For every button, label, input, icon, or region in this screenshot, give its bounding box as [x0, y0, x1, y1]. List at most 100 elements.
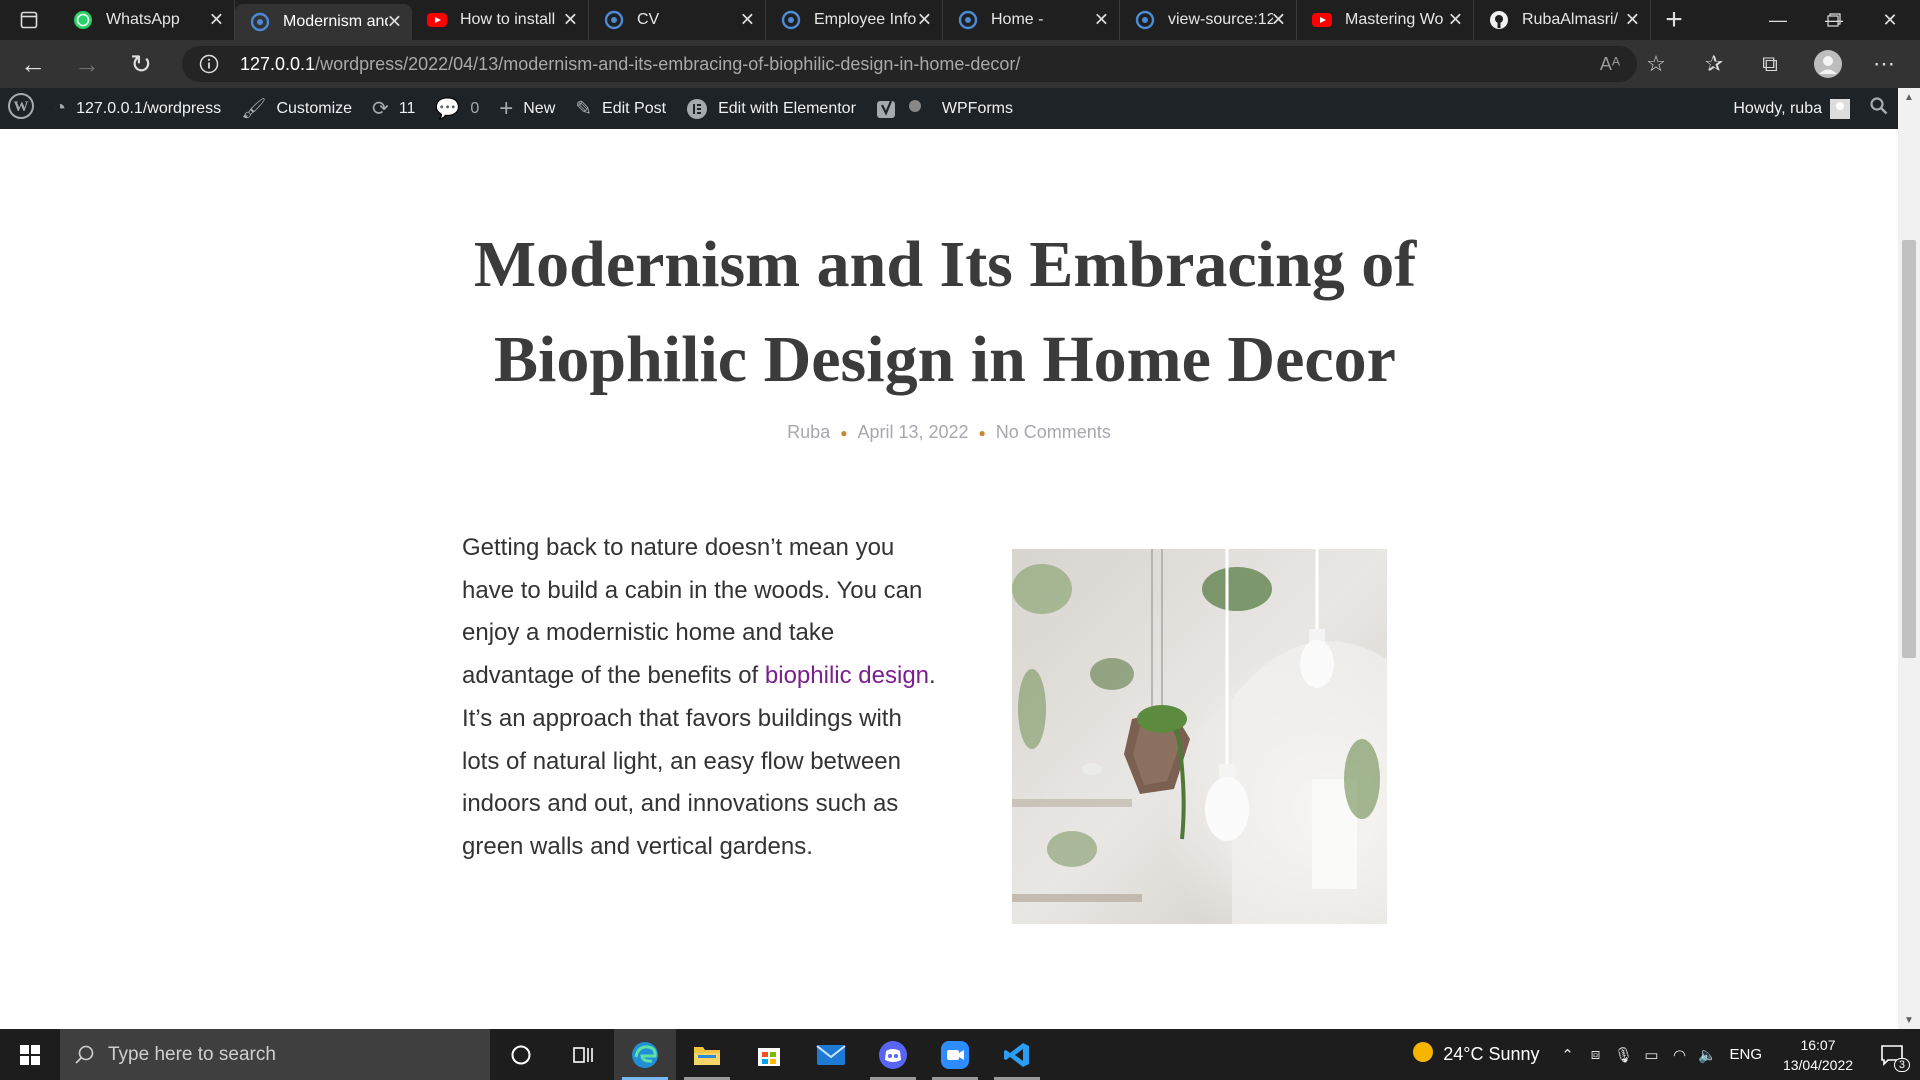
- refresh-button[interactable]: ↻: [114, 40, 168, 88]
- volume-icon[interactable]: 🔈: [1693, 1046, 1721, 1064]
- taskbar-file-explorer[interactable]: [676, 1029, 738, 1080]
- my-account-link[interactable]: Howdy, ruba: [1723, 88, 1860, 129]
- taskbar-vscode[interactable]: [986, 1029, 1048, 1080]
- wifi-icon[interactable]: ◠: [1665, 1046, 1693, 1064]
- weather-text[interactable]: 24°C Sunny: [1443, 1044, 1539, 1065]
- tab-title: How to install: [460, 11, 556, 28]
- close-tab-icon[interactable]: ✕: [740, 10, 755, 31]
- tab-employee-info[interactable]: Employee Info ✕: [766, 0, 943, 40]
- new-tab-button[interactable]: +: [1651, 0, 1697, 40]
- taskbar-search-box[interactable]: Type here to search: [60, 1029, 490, 1080]
- collections-icon[interactable]: ⧉: [1748, 40, 1792, 88]
- restore-button[interactable]: [1804, 0, 1864, 40]
- minimize-icon: —: [1769, 9, 1787, 30]
- start-button[interactable]: [0, 1029, 60, 1080]
- whatsapp-icon: [72, 9, 94, 31]
- cortana-button[interactable]: [490, 1029, 552, 1080]
- tab-title: Employee Info: [814, 11, 917, 28]
- page-scrollbar[interactable]: ▲ ▼: [1898, 88, 1920, 1029]
- scroll-thumb[interactable]: [1902, 240, 1916, 658]
- updates-link[interactable]: ⟳ 11: [362, 88, 425, 129]
- url-field[interactable]: 127.0.0.1/wordpress/2022/04/13/modernism…: [182, 46, 1637, 82]
- close-tab-icon[interactable]: ✕: [1625, 10, 1640, 31]
- close-tab-icon[interactable]: ✕: [1448, 10, 1463, 31]
- taskbar-discord[interactable]: [862, 1029, 924, 1080]
- post-date-link[interactable]: April 13, 2022: [857, 422, 968, 442]
- tab-view-source[interactable]: view-source:127 ✕: [1120, 0, 1297, 40]
- minimize-button-2[interactable]: —: [1748, 0, 1808, 40]
- taskbar-zoom[interactable]: [924, 1029, 986, 1080]
- clock-date: 13/04/2022: [1782, 1056, 1854, 1073]
- system-tray: 24°C Sunny ⌃ ⧈ 🎙 ▭ ◠ 🔈 ENG 16:07 13/04/2…: [1411, 1029, 1920, 1080]
- chevron-up-icon[interactable]: ⌃: [1553, 1046, 1581, 1064]
- customize-label: Customize: [276, 99, 353, 117]
- scroll-down-icon[interactable]: ▼: [1898, 1011, 1920, 1029]
- tab-whatsapp[interactable]: WhatsApp ✕: [58, 0, 235, 40]
- profile-avatar[interactable]: [1806, 40, 1850, 88]
- post-author-link[interactable]: Ruba: [787, 422, 830, 442]
- favorites-icon[interactable]: ✰: [1692, 40, 1736, 88]
- edit-post-link[interactable]: ✎ Edit Post: [565, 88, 676, 129]
- forward-button[interactable]: →: [60, 40, 114, 88]
- read-aloud-icon[interactable]: Aᴬ: [1588, 40, 1632, 88]
- taskbar-mail[interactable]: [800, 1029, 862, 1080]
- close-tab-icon[interactable]: ✕: [209, 10, 224, 31]
- notification-center-button[interactable]: 3: [1864, 1029, 1920, 1080]
- new-content-link[interactable]: + New: [489, 88, 565, 129]
- customize-link[interactable]: 🖌 Customize: [231, 88, 362, 129]
- tab-actions-button[interactable]: [0, 0, 58, 40]
- task-view-button[interactable]: [552, 1029, 614, 1080]
- admin-site-link[interactable]: ◔ 127.0.0.1/wordpress: [44, 88, 231, 129]
- info-icon[interactable]: [196, 51, 222, 77]
- tab-cv[interactable]: CV ✕: [589, 0, 766, 40]
- tab-mastering[interactable]: Mastering Wo ✕: [1297, 0, 1474, 40]
- tab-github[interactable]: RubaAlmasri/ ✕: [1474, 0, 1651, 40]
- wordpress-logo-button[interactable]: W: [0, 88, 44, 129]
- page-content: Modernism and Its Embracing of Biophilic…: [0, 129, 1898, 1029]
- notification-count: 3: [1893, 1058, 1910, 1072]
- clock[interactable]: 16:07 13/04/2022: [1772, 1035, 1864, 1075]
- tab-modernism[interactable]: Modernism and Its Embracing ✕: [235, 4, 412, 40]
- back-button[interactable]: ←: [6, 40, 60, 88]
- admin-search-button[interactable]: [1860, 88, 1898, 129]
- close-tab-icon[interactable]: ✕: [917, 10, 932, 31]
- wp-admin-bar: W ◔ 127.0.0.1/wordpress 🖌 Customize ⟳ 11…: [0, 88, 1898, 129]
- scroll-up-icon[interactable]: ▲: [1898, 88, 1920, 106]
- vscode-icon: [1004, 1042, 1029, 1067]
- wpforms-link[interactable]: WPForms: [932, 88, 1023, 129]
- tab-actions-icon: [20, 11, 38, 29]
- meet-now-icon[interactable]: ⧈: [1581, 1046, 1609, 1063]
- paragraph-text: . It’s an approach that favors buildings…: [462, 662, 936, 860]
- arrow-right-icon: →: [74, 48, 100, 79]
- close-window-button[interactable]: ✕: [1860, 0, 1920, 40]
- tab-home[interactable]: Home - ✕: [943, 0, 1120, 40]
- close-tab-icon[interactable]: ✕: [1271, 10, 1286, 31]
- post-comments-link[interactable]: No Comments: [996, 422, 1111, 442]
- taskbar-store[interactable]: [738, 1029, 800, 1080]
- biophilic-design-link[interactable]: biophilic design: [765, 662, 929, 689]
- meta-separator: ●: [978, 426, 986, 441]
- plus-icon: +: [499, 94, 514, 122]
- taskbar-edge[interactable]: [614, 1029, 676, 1080]
- tab-title: view-source:127: [1168, 11, 1273, 28]
- edit-with-elementor-link[interactable]: Edit with Elementor: [676, 88, 866, 129]
- more-menu-icon[interactable]: ⋯: [1862, 40, 1906, 88]
- browser-tab-strip: WhatsApp ✕ Modernism and Its Embracing ✕…: [0, 0, 1920, 40]
- new-label: New: [523, 99, 556, 117]
- windows-logo-icon: [20, 1044, 40, 1065]
- close-tab-icon[interactable]: ✕: [563, 10, 578, 31]
- tab-how-to-install[interactable]: How to install ✕: [412, 0, 589, 40]
- microphone-icon[interactable]: 🎙: [1609, 1046, 1637, 1064]
- language-indicator[interactable]: ENG: [1729, 1046, 1762, 1063]
- close-tab-icon[interactable]: ✕: [387, 12, 402, 33]
- restore-icon: [1827, 13, 1841, 27]
- task-view-icon: [573, 1046, 593, 1063]
- post-title: Modernism and Its Embracing of Biophilic…: [473, 228, 1417, 396]
- yoast-seo-button[interactable]: [866, 88, 932, 129]
- mail-icon: [816, 1044, 846, 1065]
- add-favorite-icon[interactable]: ☆: [1634, 40, 1678, 88]
- comments-link[interactable]: 💬 0: [425, 88, 489, 129]
- battery-icon[interactable]: ▭: [1637, 1046, 1665, 1064]
- updates-count: 11: [398, 99, 416, 117]
- close-tab-icon[interactable]: ✕: [1094, 10, 1109, 31]
